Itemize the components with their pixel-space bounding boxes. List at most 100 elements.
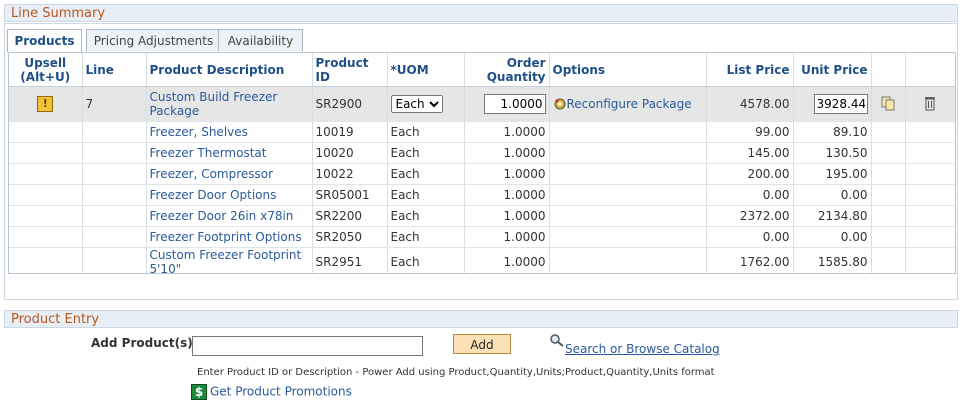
uom-cell: Each xyxy=(387,226,465,248)
product-description-link[interactable]: Custom Build Freezer Package xyxy=(150,90,278,118)
line-cell: 7 xyxy=(82,86,147,122)
col-delete xyxy=(905,53,955,87)
upsell-cell xyxy=(9,247,83,273)
tab-products[interactable]: Products xyxy=(7,29,82,52)
product-description-link[interactable]: Freezer Footprint Options xyxy=(150,230,302,244)
product-description-link[interactable]: Freezer, Shelves xyxy=(150,125,248,139)
upsell-cell xyxy=(9,121,83,143)
list-price-cell: 0.00 xyxy=(706,184,794,206)
qty-cell: 1.0000 xyxy=(464,142,550,164)
reconfigure-icon[interactable] xyxy=(553,97,567,111)
unit-price-cell: 130.50 xyxy=(793,142,872,164)
add-button[interactable]: Add xyxy=(453,334,511,354)
table-row: Freezer, Compressor 10022 Each 1.0000 20… xyxy=(9,163,955,185)
header-row: Upsell (Alt+U) Line Product Description … xyxy=(9,53,955,87)
description-cell: Freezer Door 26in x78in xyxy=(146,205,313,227)
col-upsell[interactable]: Upsell (Alt+U) xyxy=(9,53,83,87)
delete-cell xyxy=(905,226,955,248)
warning-icon[interactable]: ! xyxy=(37,96,54,112)
col-product-id: Product ID xyxy=(312,53,388,87)
uom-cell: Each xyxy=(387,86,465,122)
options-cell xyxy=(549,121,707,143)
trash-icon[interactable] xyxy=(923,95,937,114)
line-cell xyxy=(82,121,147,143)
table-row-selected: ! 7 Custom Build Freezer Package SR2900 … xyxy=(9,86,955,122)
uom-select[interactable]: Each xyxy=(390,95,443,113)
table-row: Freezer Door 26in x78in SR2200 Each 1.00… xyxy=(9,205,955,227)
upsell-cell xyxy=(9,226,83,248)
product-id-cell: SR2200 xyxy=(312,205,388,227)
copy-cell xyxy=(871,205,906,227)
unit-price-cell xyxy=(793,86,872,122)
list-price-cell: 200.00 xyxy=(706,163,794,185)
copy-cell xyxy=(871,121,906,143)
qty-cell: 1.0000 xyxy=(464,163,550,185)
product-description-link[interactable]: Freezer Thermostat xyxy=(150,146,267,160)
product-id-cell: 10022 xyxy=(312,163,388,185)
copy-cell xyxy=(871,163,906,185)
delete-cell xyxy=(905,163,955,185)
product-description-link[interactable]: Custom Freezer Footprint 5'10" xyxy=(150,248,302,273)
line-cell xyxy=(82,205,147,227)
tab-pricing-adjustments[interactable]: Pricing Adjustments xyxy=(86,29,221,51)
uom-cell: Each xyxy=(387,205,465,227)
list-price-cell: 2372.00 xyxy=(706,205,794,227)
options-cell xyxy=(549,142,707,164)
list-price-cell: 1762.00 xyxy=(706,247,794,273)
qty-cell xyxy=(464,86,550,122)
unit-price-input[interactable] xyxy=(813,94,868,114)
unit-price-cell: 2134.80 xyxy=(793,205,872,227)
delete-cell xyxy=(905,184,955,206)
upsell-cell xyxy=(9,163,83,185)
options-cell: Reconfigure Package xyxy=(549,86,707,122)
upsell-cell: ! xyxy=(9,86,83,122)
line-summary-header: Line Summary xyxy=(4,4,958,22)
delete-cell xyxy=(905,247,955,273)
search-catalog-link[interactable]: Search or Browse Catalog xyxy=(549,334,720,356)
col-copy xyxy=(871,53,906,87)
product-id-cell: SR2900 xyxy=(312,86,388,122)
copy-cell xyxy=(871,247,906,273)
copy-icon[interactable] xyxy=(880,95,896,114)
unit-price-cell: 0.00 xyxy=(793,226,872,248)
help-text: Enter Product ID or Description - Power … xyxy=(197,367,715,378)
add-products-label: Add Product(s) xyxy=(91,336,193,350)
description-cell: Custom Build Freezer Package xyxy=(146,86,313,122)
qty-cell: 1.0000 xyxy=(464,184,550,206)
line-cell xyxy=(82,226,147,248)
col-line: Line xyxy=(82,53,147,87)
qty-cell: 1.0000 xyxy=(464,247,550,273)
table-row: Freezer, Shelves 10019 Each 1.0000 99.00… xyxy=(9,121,955,143)
description-cell: Freezer, Compressor xyxy=(146,163,313,185)
product-description-link[interactable]: Freezer, Compressor xyxy=(150,167,274,181)
description-cell: Freezer Footprint Options xyxy=(146,226,313,248)
add-products-input[interactable] xyxy=(192,336,423,356)
description-cell: Custom Freezer Footprint 5'10" xyxy=(146,247,313,273)
description-cell: Freezer Door Options xyxy=(146,184,313,206)
table-row: Freezer Footprint Options SR2050 Each 1.… xyxy=(9,226,955,248)
delete-cell xyxy=(905,121,955,143)
line-cell xyxy=(82,184,147,206)
copy-cell xyxy=(871,86,906,122)
get-promotions-link[interactable]: $ Get Product Promotions xyxy=(191,384,352,400)
upsell-cell xyxy=(9,142,83,164)
col-unit-price: Unit Price xyxy=(793,53,872,87)
quantity-input[interactable] xyxy=(483,94,546,114)
line-summary-title: Line Summary xyxy=(11,6,106,21)
unit-price-cell: 1585.80 xyxy=(793,247,872,273)
line-cell xyxy=(82,142,147,164)
options-cell xyxy=(549,163,707,185)
tab-availability[interactable]: Availability xyxy=(218,29,303,51)
upsell-cell xyxy=(9,205,83,227)
product-description-link[interactable]: Freezer Door Options xyxy=(150,188,277,202)
qty-cell: 1.0000 xyxy=(464,205,550,227)
col-list-price: List Price xyxy=(706,53,794,87)
product-entry-title: Product Entry xyxy=(11,312,100,327)
product-description-link[interactable]: Freezer Door 26in x78in xyxy=(150,209,294,223)
product-entry-header: Product Entry xyxy=(4,310,958,328)
unit-price-cell: 89.10 xyxy=(793,121,872,143)
upsell-cell xyxy=(9,184,83,206)
reconfigure-package-link[interactable]: Reconfigure Package xyxy=(567,97,692,111)
uom-cell: Each xyxy=(387,184,465,206)
qty-cell: 1.0000 xyxy=(464,226,550,248)
